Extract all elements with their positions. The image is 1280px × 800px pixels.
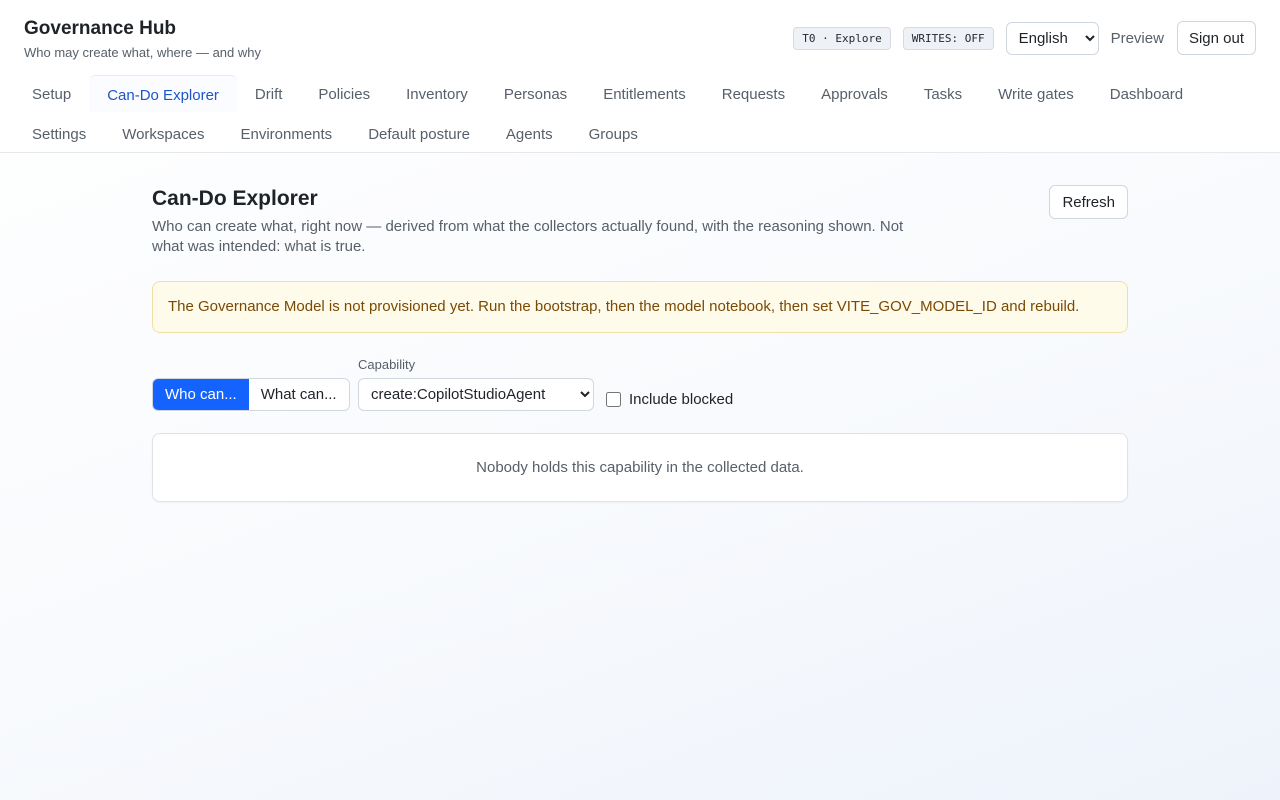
tab-agents[interactable]: Agents [488, 115, 571, 151]
tab-policies[interactable]: Policies [300, 75, 388, 112]
tab-write-gates[interactable]: Write gates [980, 75, 1092, 112]
capability-select[interactable]: create:CopilotStudioAgent [358, 378, 594, 411]
app-subtitle: Who may create what, where — and why [24, 45, 261, 60]
brand: Governance Hub Who may create what, wher… [24, 18, 261, 60]
warning-alert: The Governance Model is not provisioned … [152, 281, 1128, 333]
tab-requests[interactable]: Requests [704, 75, 803, 112]
tab-approvals[interactable]: Approvals [803, 75, 906, 112]
tab-groups[interactable]: Groups [571, 115, 656, 151]
empty-message: Nobody holds this capability in the coll… [476, 459, 804, 476]
tab-inventory[interactable]: Inventory [388, 75, 486, 112]
nav-row-secondary: Settings Workspaces Environments Default po… [14, 115, 656, 151]
tab-default-posture[interactable]: Default posture [350, 115, 488, 151]
tab-workspaces[interactable]: Workspaces [104, 115, 222, 151]
tab-dashboard[interactable]: Dashboard [1092, 75, 1201, 112]
app-header: Governance Hub Who may create what, wher… [0, 0, 1280, 153]
include-blocked-label: Include blocked [629, 391, 734, 408]
sign-out-button[interactable]: Sign out [1176, 21, 1256, 55]
query-controls: Who can... What can... Capability create… [152, 357, 1128, 417]
top-right-controls: T0 · Explore WRITES: OFF English Preview… [793, 21, 1256, 55]
language-select[interactable]: English [1005, 21, 1099, 55]
app-title: Governance Hub [24, 18, 177, 39]
refresh-button[interactable]: Refresh [1049, 185, 1128, 219]
what-can-toggle[interactable]: What can... [248, 379, 349, 410]
tab-personas[interactable]: Personas [486, 75, 585, 112]
writes-badge: WRITES: OFF [902, 26, 994, 50]
capability-label: Capability [358, 357, 416, 372]
tab-setup[interactable]: Setup [14, 75, 89, 112]
tab-entitlements[interactable]: Entitlements [585, 75, 704, 112]
include-blocked-toggle[interactable]: Include blocked [606, 391, 733, 408]
tab-settings[interactable]: Settings [14, 115, 104, 151]
include-blocked-checkbox[interactable] [606, 392, 621, 407]
tab-environments[interactable]: Environments [222, 115, 350, 151]
preview-button[interactable]: Preview [1111, 30, 1164, 47]
tab-can-do-explorer[interactable]: Can-Do Explorer [89, 75, 237, 112]
tab-tasks[interactable]: Tasks [906, 75, 980, 112]
mode-toggle: Who can... What can... [152, 378, 350, 411]
page-title: Can-Do Explorer [152, 187, 318, 210]
nav-row-primary: Setup Can-Do Explorer Drift Policies Invento… [14, 75, 1201, 112]
who-can-toggle[interactable]: Who can... [153, 379, 249, 410]
page-description: Who can create what, right now — derived… [152, 218, 904, 255]
tab-drift[interactable]: Drift [237, 75, 301, 112]
results-empty-state: Nobody holds this capability in the coll… [152, 433, 1128, 502]
mode-badge: T0 · Explore [793, 26, 891, 50]
